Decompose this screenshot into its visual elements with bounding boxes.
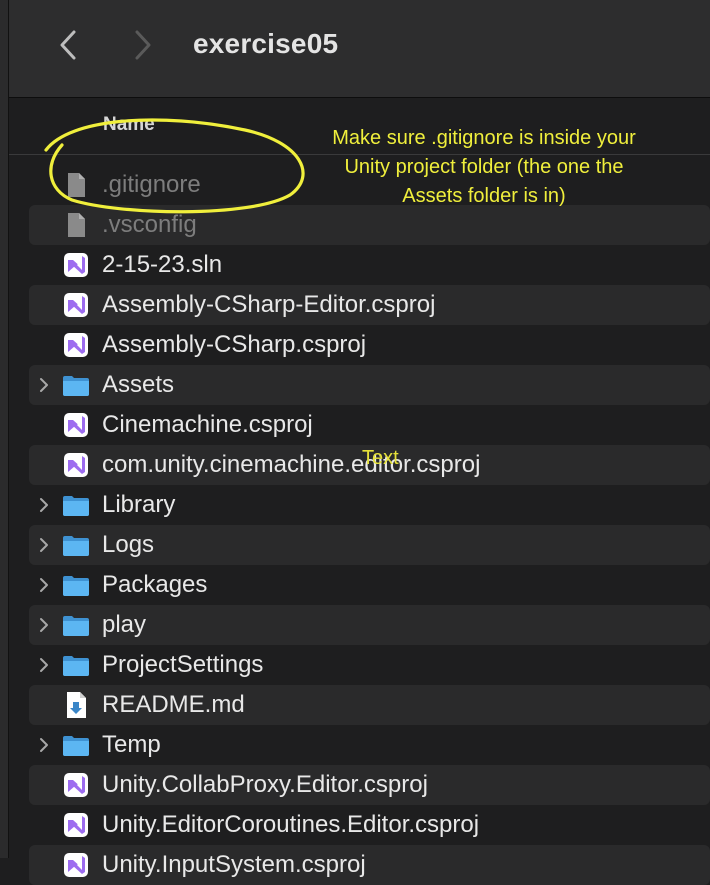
visual-studio-icon xyxy=(61,290,91,320)
name-column-label[interactable]: Name xyxy=(103,114,155,136)
file-name: Temp xyxy=(102,731,161,758)
disclosure-chevron-icon[interactable] xyxy=(38,376,50,394)
file-name: 2-15-23.sln xyxy=(102,251,223,278)
disclosure-chevron-icon[interactable] xyxy=(38,656,50,674)
folder-icon xyxy=(61,490,91,520)
file-name: Packages xyxy=(102,571,208,598)
file-name: Cinemachine.csproj xyxy=(102,411,313,438)
file-name: Library xyxy=(102,491,176,518)
file-row[interactable]: Assembly-CSharp.csproj xyxy=(29,325,710,365)
file-row[interactable]: Unity.InputSystem.csproj xyxy=(29,845,710,885)
file-name: Assets xyxy=(102,371,175,398)
visual-studio-icon xyxy=(61,810,91,840)
disclosure-chevron-icon[interactable] xyxy=(38,496,50,514)
file-row[interactable]: Cinemachine.csproj xyxy=(29,405,710,445)
file-name: .gitignore xyxy=(102,171,201,198)
document-icon xyxy=(61,210,91,240)
file-row[interactable]: 2-15-23.sln xyxy=(29,245,710,285)
visual-studio-icon xyxy=(61,410,91,440)
folder-icon xyxy=(61,650,91,680)
file-name: Unity.CollabProxy.Editor.csproj xyxy=(102,771,428,798)
file-name: README.md xyxy=(102,691,245,718)
file-name: Assembly-CSharp.csproj xyxy=(102,331,367,358)
visual-studio-icon xyxy=(61,330,91,360)
visual-studio-icon xyxy=(61,250,91,280)
file-row[interactable]: Temp xyxy=(29,725,710,765)
file-name: Assembly-CSharp-Editor.csproj xyxy=(102,291,436,318)
file-row[interactable]: Assets xyxy=(29,365,710,405)
visual-studio-icon xyxy=(61,770,91,800)
window-left-edge xyxy=(0,0,9,858)
file-row[interactable]: Unity.CollabProxy.Editor.csproj xyxy=(29,765,710,805)
file-row[interactable]: Logs xyxy=(29,525,710,565)
file-name: Logs xyxy=(102,531,155,558)
file-name: Unity.EditorCoroutines.Editor.csproj xyxy=(102,811,480,838)
folder-icon xyxy=(61,570,91,600)
annotation-note: Make sure .gitignore is inside your Unit… xyxy=(332,127,636,207)
disclosure-chevron-icon[interactable] xyxy=(38,576,50,594)
back-button[interactable] xyxy=(53,26,87,64)
file-row[interactable]: ProjectSettings xyxy=(29,645,710,685)
visual-studio-icon xyxy=(61,450,91,480)
file-name: Unity.InputSystem.csproj xyxy=(102,851,366,878)
file-row[interactable]: Unity.EditorCoroutines.Editor.csproj xyxy=(29,805,710,845)
file-row[interactable]: .vsconfig xyxy=(29,205,710,245)
disclosure-chevron-icon[interactable] xyxy=(38,536,50,554)
visual-studio-icon xyxy=(61,850,91,880)
file-row[interactable]: Packages xyxy=(29,565,710,605)
folder-icon xyxy=(61,530,91,560)
file-name: ProjectSettings xyxy=(102,651,264,678)
annotation-text-label: Text xyxy=(362,447,399,469)
folder-icon xyxy=(61,370,91,400)
disclosure-chevron-icon[interactable] xyxy=(38,616,50,634)
file-row[interactable]: play xyxy=(29,605,710,645)
file-row[interactable]: Assembly-CSharp-Editor.csproj xyxy=(29,285,710,325)
folder-icon xyxy=(61,610,91,640)
chevron-left-icon xyxy=(60,30,76,60)
markdown-file-icon xyxy=(61,690,91,720)
finder-toolbar: exercise05 xyxy=(9,0,710,98)
forward-button[interactable] xyxy=(124,26,158,64)
document-icon xyxy=(61,170,91,200)
window-title: exercise05 xyxy=(193,28,339,59)
file-name: .vsconfig xyxy=(102,211,197,238)
disclosure-chevron-icon[interactable] xyxy=(38,736,50,754)
file-name: com.unity.cinemachine.editor.csproj xyxy=(102,451,481,478)
chevron-right-icon xyxy=(135,30,151,60)
file-name: play xyxy=(102,611,147,638)
folder-icon xyxy=(61,730,91,760)
file-row[interactable]: Library xyxy=(29,485,710,525)
file-list: .gitignore .vsconfig 2-15-23.sln Assembly-C… xyxy=(29,165,710,885)
file-row[interactable]: README.md xyxy=(29,685,710,725)
